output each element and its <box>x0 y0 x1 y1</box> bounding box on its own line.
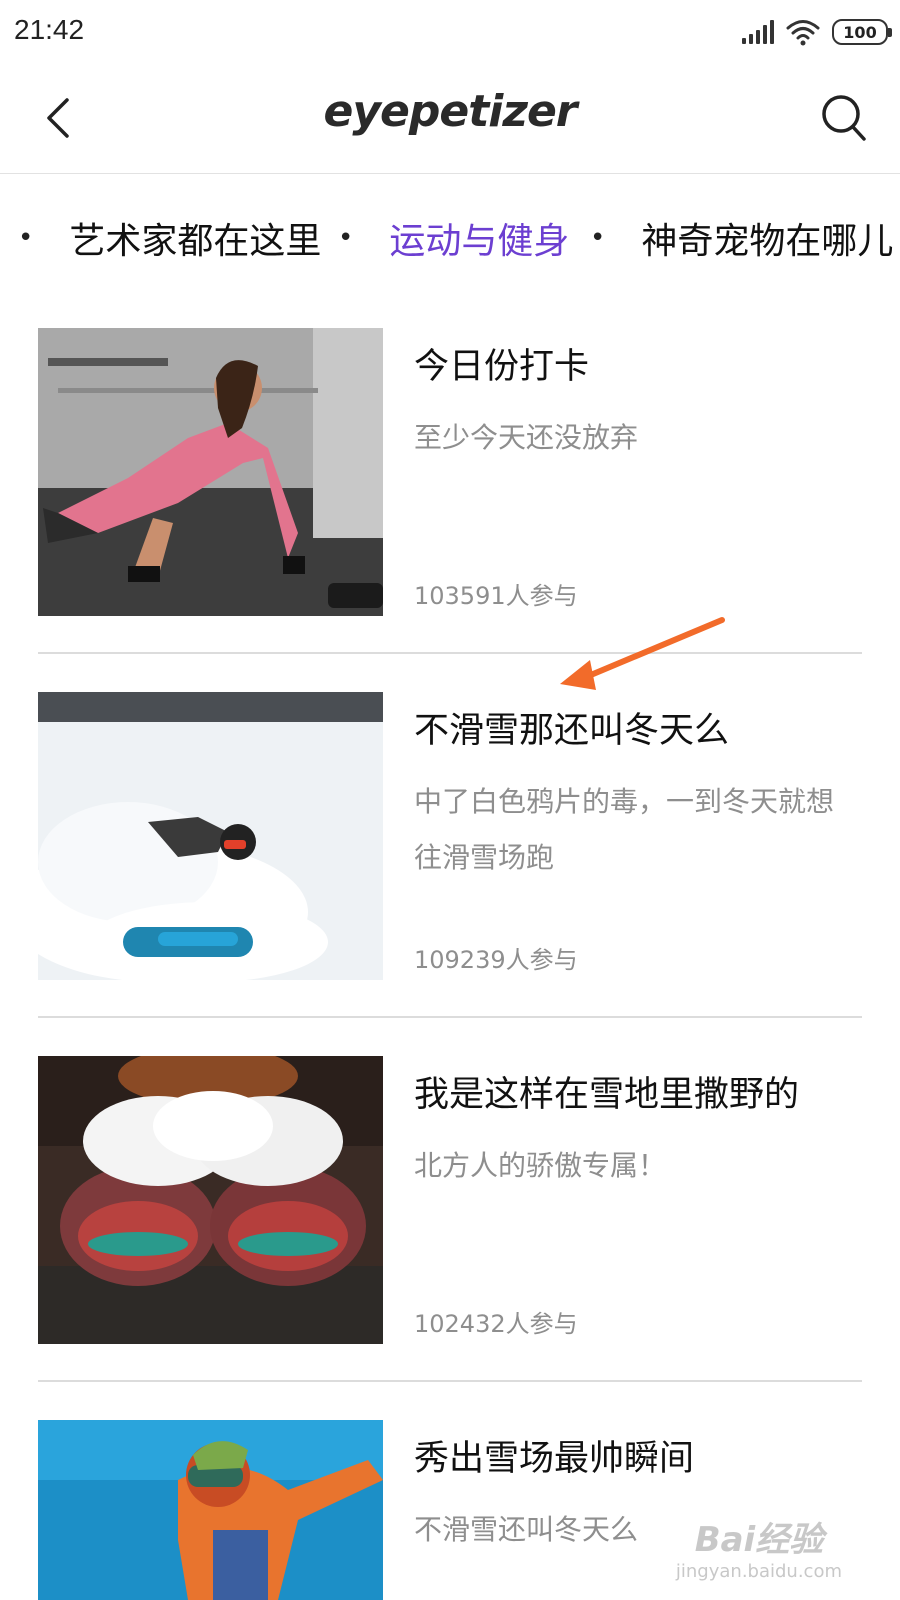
battery-icon: 100 <box>832 19 892 45</box>
watermark-logo: Bai经验 <box>694 1520 824 1560</box>
card-title: 不滑雪那还叫冬天么 <box>414 711 730 751</box>
card-description: 北方人的骄傲专属！ <box>414 1149 667 1182</box>
snowboarder-photo <box>38 692 383 980</box>
search-icon <box>822 95 866 141</box>
tab-pets[interactable]: • 神奇宠物在哪儿 <box>590 212 893 264</box>
card-title: 我是这样在雪地里撒野的 <box>414 1075 800 1115</box>
divider <box>38 1016 862 1018</box>
bullet-icon: • <box>590 223 606 253</box>
card-description: 至少今天还没放弃 <box>414 421 639 454</box>
participant-count: 102432人参与 <box>414 1310 578 1338</box>
skier-jump-photo <box>38 1420 383 1600</box>
watermark: Bai经验 jingyan.baidu.com <box>676 1512 842 1582</box>
divider <box>38 1380 862 1382</box>
participant-count: 109239人参与 <box>414 946 578 974</box>
tab-label: 神奇宠物在哪儿 <box>641 221 894 262</box>
nav-bar: eyepetizer <box>0 64 900 174</box>
snow-mittens-photo <box>38 1056 383 1344</box>
status-icons: 100 <box>742 14 892 50</box>
category-tabs: • 艺术家都在这里 • 运动与健身 • 神奇宠物在哪儿 <box>0 200 900 270</box>
battery-level: 100 <box>843 22 877 42</box>
signal-icon <box>742 20 774 44</box>
participant-count: 103591人参与 <box>414 582 578 610</box>
card-title: 秀出雪场最帅瞬间 <box>414 1439 695 1479</box>
fitness-pushup-photo <box>38 328 383 616</box>
status-time: 21:42 <box>14 14 85 45</box>
divider <box>38 652 862 654</box>
status-bar: 21:42 100 <box>0 0 900 64</box>
wifi-icon <box>786 20 820 46</box>
bullet-icon: • <box>338 223 354 253</box>
tab-label: 运动与健身 <box>389 221 570 262</box>
watermark-url: jingyan.baidu.com <box>675 1561 842 1582</box>
tab-label: 艺术家都在这里 <box>69 221 322 262</box>
bullet-icon: • <box>18 223 34 253</box>
topic-card[interactable]: 我是这样在雪地里撒野的 北方人的骄傲专属！ 102432人参与 <box>38 1056 862 1420</box>
tab-artists[interactable]: • 艺术家都在这里 <box>18 212 321 264</box>
tab-sports-fitness[interactable]: • 运动与健身 <box>338 212 569 264</box>
app-logo: eyepetizer <box>323 86 578 137</box>
search-button[interactable] <box>816 88 872 148</box>
topic-card[interactable]: 今日份打卡 至少今天还没放弃 103591人参与 <box>38 328 862 692</box>
topic-card[interactable]: 不滑雪那还叫冬天么 中了白色鸦片的毒，一到冬天就想往滑雪场跑 109239人参与 <box>38 692 862 1056</box>
card-description: 中了白色鸦片的毒，一到冬天就想往滑雪场跑 <box>414 785 835 874</box>
card-title: 今日份打卡 <box>414 347 590 387</box>
